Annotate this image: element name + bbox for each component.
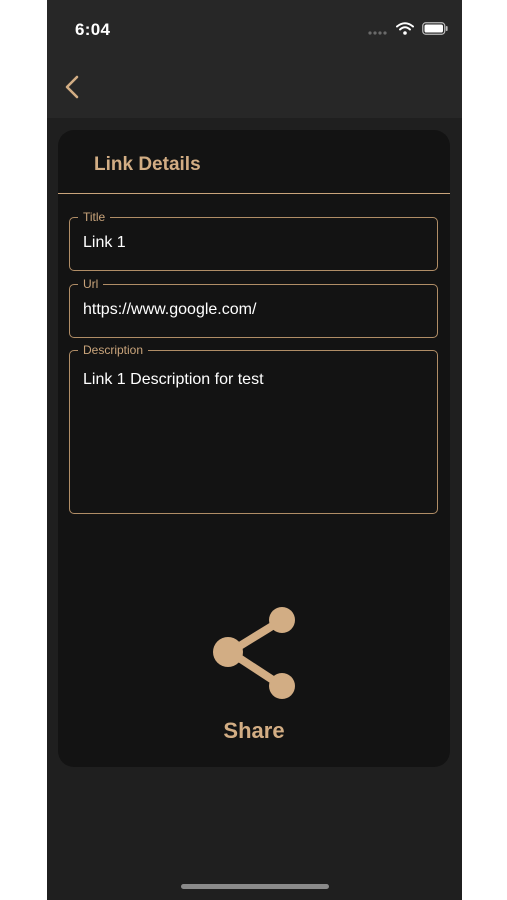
home-indicator — [181, 884, 329, 889]
signal-icon — [368, 22, 388, 40]
title-divider — [58, 193, 450, 194]
description-field[interactable]: Description Link 1 Description for test — [69, 343, 438, 514]
description-field-value: Link 1 Description for test — [83, 371, 264, 388]
url-field-value: https://www.google.com/ — [83, 301, 257, 318]
share-button-label[interactable]: Share — [58, 718, 450, 744]
card-title: Link Details — [94, 154, 201, 175]
wifi-icon — [396, 22, 414, 40]
navigation-bar — [47, 60, 462, 118]
url-field[interactable]: Url https://www.google.com/ — [69, 277, 438, 338]
share-icon[interactable] — [210, 606, 300, 702]
title-field[interactable]: Title Link 1 — [69, 210, 438, 271]
description-field-label: Description — [78, 343, 149, 357]
phone-screen: 6:04 Link Details Title Link 1 Url https… — [47, 0, 462, 900]
title-field-value: Link 1 — [83, 234, 126, 251]
status-time: 6:04 — [75, 20, 111, 39]
title-field-label: Title — [78, 210, 111, 224]
status-icons — [368, 22, 448, 40]
battery-icon — [422, 22, 448, 40]
link-details-card: Link Details Title Link 1 Url https://ww… — [58, 130, 450, 767]
chevron-left-icon — [65, 75, 79, 99]
url-field-label: Url — [78, 277, 104, 291]
back-button[interactable] — [59, 72, 85, 102]
status-bar: 6:04 — [47, 0, 462, 60]
